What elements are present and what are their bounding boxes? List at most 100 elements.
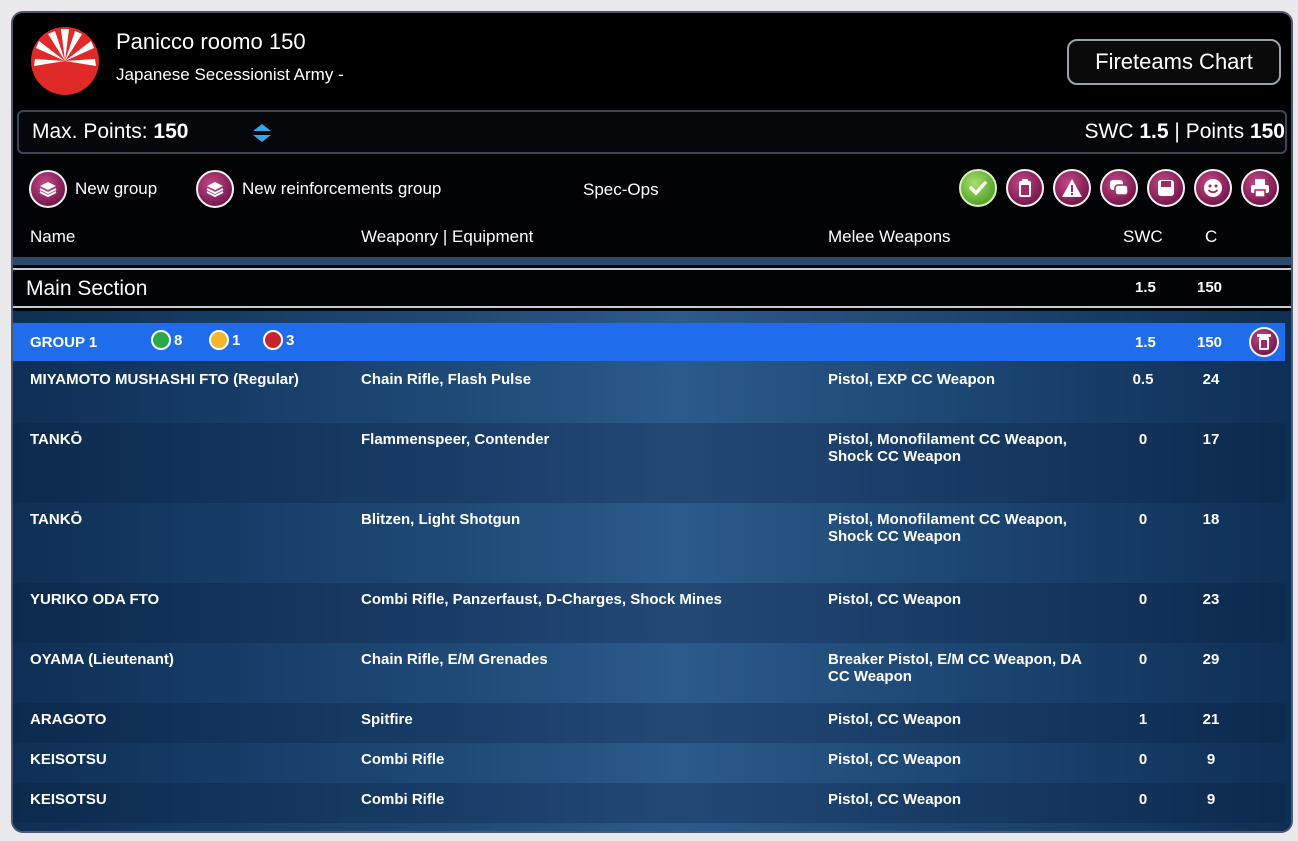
group-swc: 1.5 [1135, 334, 1156, 351]
regular-orders-badge: 8 [151, 330, 182, 350]
main-section-swc: 1.5 [1135, 279, 1156, 296]
col-swc: SWC [1123, 227, 1163, 246]
table-row[interactable]: YURIKO ODA FTO Combi Rifle, Panzerfaust,… [13, 583, 1285, 643]
unit-table: GROUP 1 8 1 3 1.5 150 MIYAMOTO MUSHASHI … [13, 311, 1291, 831]
impetuous-order-icon [209, 330, 229, 350]
unit-cost: 21 [1202, 711, 1220, 728]
unit-melee: Breaker Pistol, E/M CC Weapon, DA CC Wea… [828, 651, 1082, 685]
regular-orders-count: 8 [174, 331, 183, 349]
unit-melee: Pistol, Monofilament CC Weapon, Shock CC… [828, 431, 1067, 465]
unit-name: KEISOTSU [30, 791, 107, 808]
unit-melee: Pistol, CC Weapon [828, 711, 962, 728]
smiley-icon[interactable] [1194, 169, 1232, 207]
group-header[interactable]: GROUP 1 8 1 3 1.5 150 [13, 323, 1285, 361]
points-spinner-icon[interactable] [251, 123, 273, 143]
col-weaponry: Weaponry | Equipment [361, 227, 534, 246]
unit-cost: 24 [1202, 371, 1220, 388]
group-points: 150 [1197, 334, 1223, 351]
unit-melee: Pistol, Monofilament CC Weapon, Shock CC… [828, 511, 1067, 545]
unit-swc: 0.5 [1132, 371, 1154, 388]
unit-name: ARAGOTO [30, 711, 107, 728]
save-icon[interactable] [1147, 169, 1185, 207]
points-label: Points [1185, 120, 1245, 143]
unit-weapons: Combi Rifle, Panzerfaust, D-Charges, Sho… [361, 591, 722, 608]
table-row[interactable]: MIYAMOTO MUSHASHI FTO (Regular) Chain Ri… [13, 363, 1285, 423]
unit-weapons: Spitfire [361, 711, 413, 728]
check-icon[interactable] [959, 169, 997, 207]
swc-points-summary: SWC 1.5 | Points 150 [1085, 120, 1285, 144]
unit-name: MIYAMOTO MUSHASHI FTO (Regular) [30, 371, 299, 388]
list-title: Panicco roomo 150 [116, 29, 306, 54]
comments-icon[interactable] [1100, 169, 1138, 207]
irregular-orders-count: 3 [286, 331, 295, 349]
print-icon[interactable] [1241, 169, 1279, 207]
summary-separator: | [1174, 120, 1180, 143]
impetuous-orders-count: 1 [232, 331, 241, 349]
points-bar: Max. Points: 150 SWC 1.5 | Points 150 [17, 110, 1287, 154]
unit-swc: 1 [1138, 711, 1148, 728]
main-section-points: 150 [1197, 279, 1223, 296]
army-list-panel: Panicco roomo 150 Japanese Secessionist … [11, 11, 1293, 833]
unit-melee: Pistol, EXP CC Weapon [828, 371, 995, 388]
unit-weapons: Combi Rifle [361, 791, 445, 808]
col-melee: Melee Weapons [828, 227, 951, 246]
max-points: Max. Points: 150 [32, 120, 188, 144]
new-group-label: New group [75, 179, 158, 198]
unit-name: TANKŌ [30, 511, 83, 528]
column-headers: Name Weaponry | Equipment Melee Weapons … [13, 221, 1291, 255]
table-row[interactable]: ARAGOTO Spitfire Pistol, CC Weapon 1 21 [13, 703, 1285, 743]
table-row[interactable]: KEISOTSU Combi Rifle Pistol, CC Weapon 0… [13, 743, 1285, 783]
unit-cost: 18 [1202, 511, 1220, 528]
main-section-label: Main Section [26, 277, 148, 300]
action-icons [959, 169, 1279, 207]
table-row[interactable]: TANKŌ Blitzen, Light Shotgun Pistol, Mon… [13, 503, 1285, 583]
col-name: Name [30, 227, 76, 246]
army-name: Japanese Secessionist Army - [116, 65, 344, 84]
unit-cost: 9 [1206, 791, 1216, 808]
table-row[interactable]: TANKŌ Flammenspeer, Contender Pistol, Mo… [13, 423, 1285, 503]
impetuous-orders-badge: 1 [209, 330, 240, 350]
unit-swc: 0 [1138, 511, 1148, 528]
swc-label: SWC [1084, 120, 1134, 143]
faction-logo [31, 27, 99, 95]
unit-weapons: Chain Rifle, Flash Pulse [361, 371, 532, 388]
delete-group-icon[interactable] [1249, 327, 1279, 357]
swc-value: 1.5 [1139, 120, 1169, 143]
unit-swc: 0 [1138, 791, 1148, 808]
table-row[interactable]: OYAMA (Lieutenant) Chain Rifle, E/M Gren… [13, 643, 1285, 703]
unit-melee: Pistol, CC Weapon [828, 791, 962, 808]
max-points-label: Max. Points: [32, 120, 148, 143]
unit-swc: 0 [1138, 431, 1148, 448]
unit-weapons: Blitzen, Light Shotgun [361, 511, 521, 528]
unit-cost: 9 [1206, 751, 1216, 768]
points-value: 150 [1249, 120, 1285, 143]
main-section-header[interactable]: Main Section 1.5 150 [13, 268, 1291, 308]
unit-name: KEISOTSU [30, 751, 107, 768]
clipboard-icon[interactable] [1006, 169, 1044, 207]
irregular-orders-badge: 3 [263, 330, 294, 350]
unit-melee: Pistol, CC Weapon [828, 591, 962, 608]
unit-cost: 17 [1202, 431, 1220, 448]
table-row[interactable]: KEISOTSU Combi Rifle Pistol, CC Weapon 0… [13, 783, 1285, 823]
unit-melee: Pistol, CC Weapon [828, 751, 962, 768]
fireteams-chart-button[interactable]: Fireteams Chart [1067, 39, 1281, 85]
list-header: Panicco roomo 150 Japanese Secessionist … [13, 13, 1291, 107]
toolbar: New group New reinforcements group Spec-… [13, 163, 1291, 213]
new-reinforcements-label: New reinforcements group [242, 179, 442, 198]
unit-name: OYAMA (Lieutenant) [30, 651, 174, 668]
spec-ops-link[interactable]: Spec-Ops [583, 180, 659, 200]
irregular-order-icon [263, 330, 283, 350]
unit-cost: 23 [1202, 591, 1220, 608]
new-group-button[interactable]: New group [29, 170, 157, 208]
unit-name: YURIKO ODA FTO [30, 591, 160, 608]
unit-swc: 0 [1138, 591, 1148, 608]
new-reinforcements-group-button[interactable]: New reinforcements group [196, 170, 441, 208]
layers-icon [29, 170, 67, 208]
max-points-value: 150 [153, 120, 189, 143]
unit-name: TANKŌ [30, 431, 83, 448]
unit-weapons: Flammenspeer, Contender [361, 431, 550, 448]
layers-icon [196, 170, 234, 208]
unit-weapons: Chain Rifle, E/M Grenades [361, 651, 548, 668]
warning-icon[interactable] [1053, 169, 1091, 207]
col-c: C [1205, 227, 1218, 246]
